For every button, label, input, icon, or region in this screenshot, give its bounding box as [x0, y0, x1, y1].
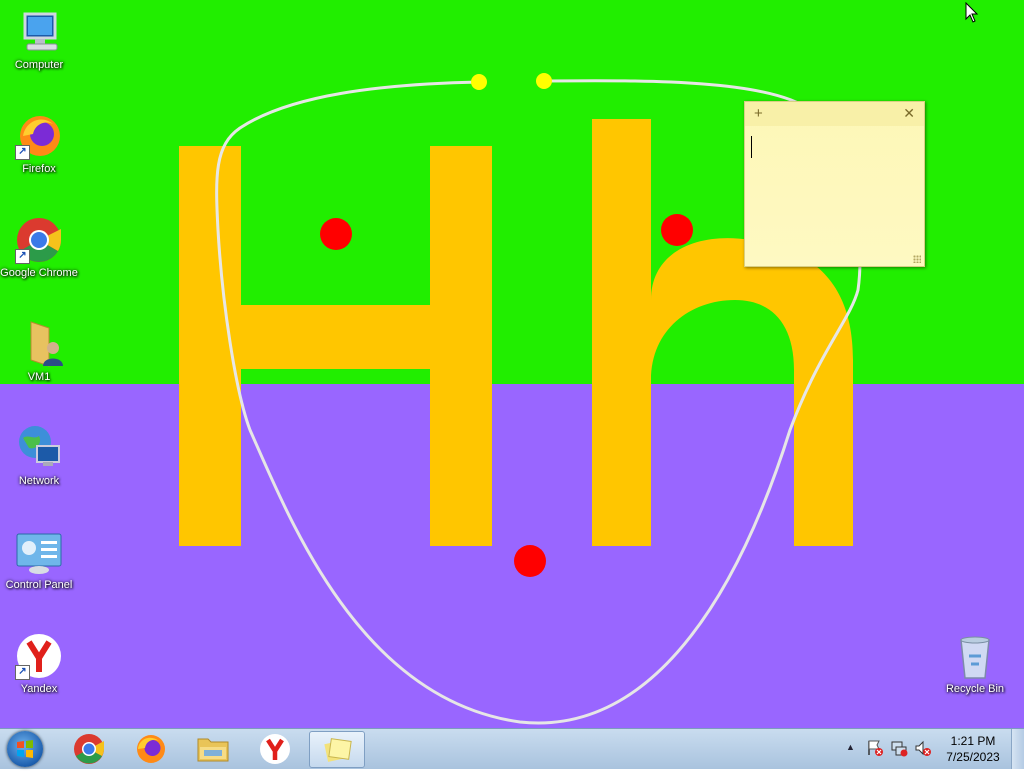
resize-grip-icon[interactable]	[913, 255, 921, 263]
clock-date: 7/25/2023	[946, 750, 1000, 764]
taskbar: ▲ 1:21 PM 7/25/2023	[0, 728, 1024, 769]
taskbar-explorer-button[interactable]	[186, 731, 240, 766]
desktop[interactable]: Computer ↗ Firefox ↗ Google Chrome VM1 N…	[0, 0, 1024, 728]
taskbar-firefox-button[interactable]	[124, 731, 178, 766]
desktop-icon-vm1[interactable]: VM1	[0, 320, 78, 385]
desktop-icon-control-panel[interactable]: Control Panel	[0, 528, 78, 593]
new-note-button[interactable]: +	[754, 105, 763, 122]
recycle-bin-icon	[951, 632, 999, 680]
sticky-notes-icon	[324, 738, 352, 762]
yandex-icon: ↗	[15, 632, 63, 680]
desktop-icon-recycle-bin[interactable]: Recycle Bin	[936, 632, 1014, 697]
start-button[interactable]	[7, 731, 43, 767]
desktop-icon-firefox[interactable]: ↗ Firefox	[0, 112, 78, 177]
desktop-icon-label: Computer	[14, 59, 64, 71]
desktop-icon-yandex[interactable]: ↗ Yandex	[0, 632, 78, 697]
taskbar-sticky-notes-button[interactable]	[309, 731, 365, 768]
taskbar-yandex-button[interactable]	[248, 731, 302, 766]
desktop-icon-label: Google Chrome	[0, 267, 78, 279]
taskbar-chrome-button[interactable]	[62, 731, 116, 766]
windows-logo-icon	[17, 740, 33, 758]
desktop-icon-label: Control Panel	[5, 579, 73, 591]
chrome-icon	[74, 734, 104, 764]
mouse-pointer-icon	[965, 2, 979, 23]
computer-icon	[15, 8, 63, 56]
firefox-icon: ↗	[15, 112, 63, 160]
clock-time: 1:21 PM	[950, 734, 996, 748]
desktop-icon-label: Recycle Bin	[945, 683, 1005, 695]
desktop-icon-label: Yandex	[20, 683, 58, 695]
chrome-icon: ↗	[15, 216, 63, 264]
shortcut-arrow-icon: ↗	[15, 249, 30, 264]
show-desktop-button[interactable]	[1011, 729, 1024, 769]
user-folder-icon	[15, 320, 63, 368]
firefox-icon	[137, 735, 165, 763]
sticky-note-titlebar[interactable]: + ✕	[745, 102, 924, 126]
desktop-icon-network[interactable]: Network	[0, 424, 78, 489]
network-status-icon[interactable]	[890, 739, 908, 760]
shortcut-arrow-icon: ↗	[15, 145, 30, 160]
shortcut-arrow-icon: ↗	[15, 665, 30, 680]
text-caret	[751, 136, 752, 158]
network-icon	[15, 424, 63, 472]
system-clock[interactable]: 1:21 PM 7/25/2023	[930, 733, 1016, 765]
control-panel-icon	[15, 528, 63, 576]
desktop-icon-computer[interactable]: Computer	[0, 8, 78, 73]
desktop-icon-label: Network	[18, 475, 60, 487]
desktop-icon-google-chrome[interactable]: ↗ Google Chrome	[0, 216, 78, 281]
desktop-icon-label: VM1	[27, 371, 51, 383]
action-center-flag-icon[interactable]	[866, 739, 884, 760]
sticky-note-textarea[interactable]	[745, 126, 924, 266]
folder-icon	[197, 738, 229, 762]
desktop-icon-label: Firefox	[22, 163, 56, 175]
sticky-note-window[interactable]: + ✕	[744, 101, 925, 267]
yandex-icon	[260, 734, 290, 764]
show-hidden-icons-button[interactable]: ▲	[846, 742, 855, 752]
close-note-button[interactable]: ✕	[903, 105, 915, 122]
